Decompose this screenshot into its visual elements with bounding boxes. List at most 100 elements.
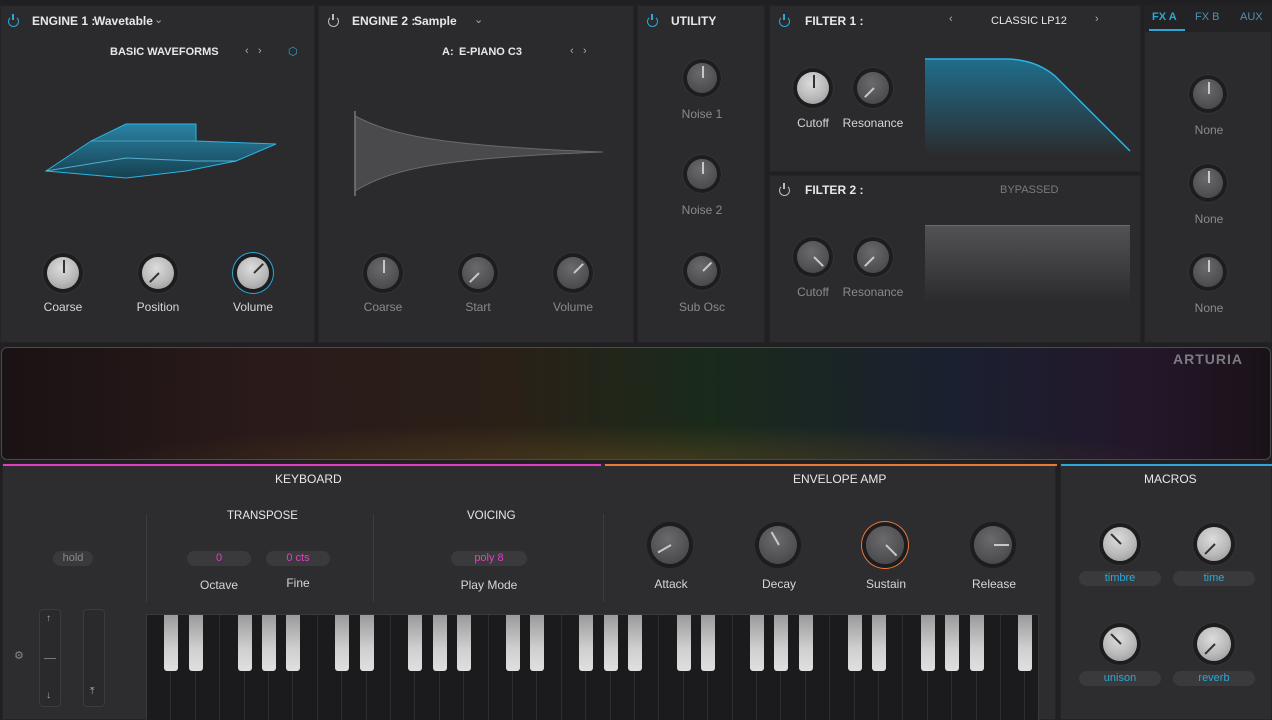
black-key[interactable]	[701, 615, 716, 671]
engine2-sample-name[interactable]: E-PIANO C3	[459, 46, 522, 58]
sample-waveform	[354, 111, 604, 196]
filter1-type[interactable]: CLASSIC LP12	[991, 15, 1067, 27]
filter2-cutoff-knob[interactable]	[797, 241, 829, 273]
macro-unison-label[interactable]: unison	[1079, 671, 1161, 686]
mod-wheel[interactable]: ⤒	[83, 609, 105, 707]
voicing-title: VOICING	[467, 510, 516, 522]
fx-slot3-knob[interactable]	[1193, 257, 1223, 287]
black-key[interactable]	[262, 615, 276, 671]
engine1-preset[interactable]: BASIC WAVEFORMS	[110, 46, 219, 58]
macro-time-knob[interactable]	[1197, 527, 1231, 561]
black-key[interactable]	[164, 615, 179, 671]
engine2-next-icon[interactable]: ›	[583, 45, 587, 57]
black-key[interactable]	[506, 615, 520, 671]
engine2-power-icon[interactable]	[328, 14, 339, 27]
engine1-prev-icon[interactable]: ‹	[245, 45, 249, 57]
black-key[interactable]	[188, 615, 203, 671]
macro-time-label[interactable]: time	[1173, 571, 1255, 586]
engine2-start-knob[interactable]	[462, 257, 494, 289]
tab-aux[interactable]: AUX	[1240, 11, 1263, 23]
utility-power-icon[interactable]	[647, 14, 658, 27]
arturia-logo: ARTURIA	[1173, 351, 1243, 367]
macro-unison-knob[interactable]	[1103, 627, 1137, 661]
utility-panel: UTILITY Noise 1 Noise 2 Sub Osc	[637, 5, 765, 343]
black-key[interactable]	[774, 615, 789, 671]
engine2-sample-prefix: A:	[442, 46, 454, 58]
engine1-power-icon[interactable]	[8, 14, 19, 27]
engine2-dropdown-icon[interactable]: ⌄	[474, 13, 483, 26]
octave-value[interactable]: 0	[187, 551, 251, 566]
wavetable-3d-icon[interactable]: ⬡	[288, 45, 298, 58]
black-key[interactable]	[457, 615, 472, 671]
black-key[interactable]	[237, 615, 252, 671]
black-key[interactable]	[872, 615, 886, 671]
decay-knob[interactable]	[759, 526, 797, 564]
engine2-type[interactable]: Sample	[414, 14, 457, 28]
black-key[interactable]	[945, 615, 960, 671]
filter1-next-icon[interactable]: ›	[1095, 13, 1099, 25]
filter1-resonance-knob[interactable]	[857, 72, 889, 104]
filter2-power-icon[interactable]	[779, 183, 790, 196]
filter2-title: FILTER 2 :	[805, 183, 864, 197]
engine1-volume-knob[interactable]	[237, 257, 269, 289]
sustain-knob[interactable]	[866, 526, 904, 564]
macro-timbre-label[interactable]: timbre	[1079, 571, 1161, 586]
black-key[interactable]	[286, 615, 301, 671]
keyboard-settings-icon[interactable]: ⚙	[14, 649, 24, 662]
black-key[interactable]	[530, 615, 545, 671]
black-key[interactable]	[359, 615, 374, 671]
engine1-next-icon[interactable]: ›	[258, 45, 262, 57]
filter1-cutoff-label: Cutoff	[797, 116, 829, 130]
hold-button[interactable]: hold	[53, 551, 93, 566]
engine1-type[interactable]: Wavetable	[94, 14, 153, 28]
black-key[interactable]	[969, 615, 984, 671]
attack-knob[interactable]	[651, 526, 689, 564]
engine1-dropdown-icon[interactable]: ⌄	[154, 13, 163, 26]
filter2-resonance-knob[interactable]	[857, 241, 889, 273]
utility-title: UTILITY	[671, 14, 717, 28]
black-key[interactable]	[432, 615, 447, 671]
filter1-title: FILTER 1 :	[805, 14, 864, 28]
engine2-volume-knob[interactable]	[557, 257, 589, 289]
black-key[interactable]	[847, 615, 862, 671]
fx-slot2-knob[interactable]	[1193, 168, 1223, 198]
pitch-bend-wheel[interactable]: ↑ ↓	[39, 609, 61, 707]
macro-reverb-label[interactable]: reverb	[1173, 671, 1255, 686]
release-knob[interactable]	[974, 526, 1012, 564]
black-key[interactable]	[1018, 615, 1033, 671]
engine2-coarse-knob[interactable]	[367, 257, 399, 289]
black-key[interactable]	[335, 615, 350, 671]
black-key[interactable]	[628, 615, 642, 671]
noise1-knob[interactable]	[687, 63, 717, 93]
filter1-power-icon[interactable]	[779, 14, 790, 27]
black-key[interactable]	[408, 615, 423, 671]
black-key[interactable]	[750, 615, 764, 671]
tab-fx-b[interactable]: FX B	[1195, 11, 1219, 23]
filter1-cutoff-knob[interactable]	[797, 72, 829, 104]
fx-slot1-knob[interactable]	[1193, 79, 1223, 109]
playmode-value[interactable]: poly 8	[451, 551, 527, 566]
tab-fx-a[interactable]: FX A	[1152, 11, 1177, 23]
black-key[interactable]	[579, 615, 594, 671]
synth-app: ENGINE 1 : Wavetable ⌄ BASIC WAVEFORMS ‹…	[0, 0, 1272, 720]
transpose-title: TRANSPOSE	[227, 510, 298, 522]
sub-osc-knob[interactable]	[687, 256, 717, 286]
sub-osc-label: Sub Osc	[678, 300, 726, 314]
keyboard-divider-1	[146, 514, 147, 602]
engine1-coarse-knob[interactable]	[47, 257, 79, 289]
black-key[interactable]	[920, 615, 935, 671]
fine-value[interactable]: 0 cts	[266, 551, 330, 566]
piano-keyboard[interactable]	[146, 614, 1039, 720]
engine2-prev-icon[interactable]: ‹	[570, 45, 574, 57]
black-key[interactable]	[676, 615, 691, 671]
noise2-knob[interactable]	[687, 159, 717, 189]
filter1-response-curve	[925, 58, 1131, 156]
black-key[interactable]	[798, 615, 813, 671]
black-key[interactable]	[603, 615, 618, 671]
tab-fx-a-underline	[1149, 29, 1185, 31]
pitch-up-icon: ↑	[46, 613, 51, 624]
macro-reverb-knob[interactable]	[1197, 627, 1231, 661]
engine1-position-knob[interactable]	[142, 257, 174, 289]
macro-timbre-knob[interactable]	[1103, 527, 1137, 561]
filter1-prev-icon[interactable]: ‹	[949, 13, 953, 25]
